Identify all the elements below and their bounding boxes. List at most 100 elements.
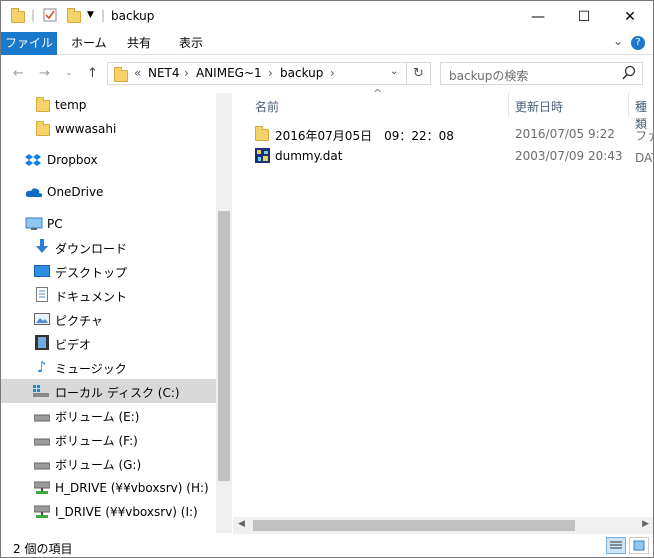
nav-item-label: temp <box>55 98 87 112</box>
navigation-pane: temp wwwasahi Dropbox OneDrive PC ダウンロード… <box>1 93 232 533</box>
column-divider[interactable] <box>508 93 509 117</box>
drive-icon <box>33 435 51 449</box>
column-divider[interactable] <box>628 93 629 117</box>
nav-item-pictures[interactable]: ピクチャ <box>1 307 216 331</box>
title-bar: | ▼ | backup — ☐ ✕ <box>1 1 653 32</box>
column-header-date[interactable]: 更新日時 <box>515 98 563 115</box>
music-icon: ♪ <box>37 358 47 376</box>
close-button[interactable]: ✕ <box>607 1 653 32</box>
ribbon-collapse-icon[interactable]: ⌄ <box>613 34 623 48</box>
ribbon-tabs: ファイル ホーム 共有 表示 ⌄ ? <box>1 32 653 55</box>
dropbox-icon <box>25 153 41 170</box>
nav-item-onedrive[interactable]: OneDrive <box>1 180 216 204</box>
file-list: ^ 名前 更新日時 種類 2016年07月05日 09：22：08 2016/0… <box>233 87 653 533</box>
nav-item-videos[interactable]: ビデオ <box>1 331 216 355</box>
tab-file[interactable]: ファイル <box>1 32 57 55</box>
customize-quick-access-icon[interactable]: ▼ <box>87 10 94 20</box>
nav-item-label: H_DRIVE (¥¥vboxsrv) (H:) <box>55 481 209 495</box>
video-icon <box>35 335 49 353</box>
help-icon[interactable]: ? <box>631 36 645 50</box>
document-icon <box>36 287 48 305</box>
nav-item-h-drive[interactable]: H_DRIVE (¥¥vboxsrv) (H:) <box>1 476 216 500</box>
item-count: 2 個の項目 <box>13 542 73 556</box>
breadcrumb-separator[interactable]: › <box>268 66 273 80</box>
nav-item-label: ビデオ <box>55 338 92 352</box>
file-date: 2016/07/05 9:22 <box>515 127 615 141</box>
nav-item-label: ドキュメント <box>55 290 128 304</box>
nav-item-local-disk-c[interactable]: ローカル ディスク (C:) <box>1 379 216 403</box>
maximize-button[interactable]: ☐ <box>561 1 607 32</box>
drive-icon <box>33 459 51 473</box>
nav-item-label: ピクチャ <box>55 314 103 328</box>
desktop-icon <box>34 265 50 280</box>
quick-access-separator: | <box>31 8 36 22</box>
nav-item-downloads[interactable]: ダウンロード <box>1 235 216 259</box>
drive-icon <box>33 411 51 425</box>
window-title: backup <box>111 9 155 23</box>
nav-item-label: ローカル ディスク (C:) <box>55 386 180 400</box>
nav-item-i-drive[interactable]: I_DRIVE (¥¥vboxsrv) (I:) <box>1 500 216 524</box>
explorer-window: | ▼ | backup — ☐ ✕ ファイル ホーム 共有 表示 ⌄ ? ← … <box>0 0 654 558</box>
file-row[interactable]: dummy.dat 2003/07/09 20:43 DAT ファイル <box>233 145 653 167</box>
nav-pane-scrollbar[interactable] <box>216 93 232 533</box>
tab-view[interactable]: 表示 <box>169 32 213 55</box>
nav-item-label: wwwasahi <box>55 122 117 136</box>
nav-item-documents[interactable]: ドキュメント <box>1 283 216 307</box>
column-header-name[interactable]: 名前 <box>255 98 279 115</box>
search-input[interactable]: backupの検索 <box>440 62 643 85</box>
nav-item-volume-f[interactable]: ボリューム (F:) <box>1 427 216 451</box>
scroll-left-icon[interactable]: ◀ <box>238 519 245 529</box>
file-name: 2016年07月05日 09：22：08 <box>275 129 454 143</box>
network-drive-icon <box>33 505 51 522</box>
nav-item-label: PC <box>47 217 63 231</box>
horizontal-scrollbar[interactable]: ◀ ▶ <box>233 517 653 534</box>
tab-home[interactable]: ホーム <box>61 32 117 55</box>
picture-icon <box>34 313 50 328</box>
breadcrumb-net4[interactable]: NET4 <box>148 66 180 80</box>
back-arrow-icon[interactable]: ← <box>13 66 24 81</box>
nav-item-label: ダウンロード <box>55 242 128 256</box>
network-drive-icon <box>33 481 51 498</box>
file-row[interactable]: 2016年07月05日 09：22：08 2016/07/05 9:22 ファイ… <box>233 123 653 145</box>
breadcrumb-animeg[interactable]: ANIMEG~1 <box>196 66 262 80</box>
nav-item-volume-g[interactable]: ボリューム (G:) <box>1 451 216 475</box>
nav-item-label: ボリューム (E:) <box>55 410 140 424</box>
nav-item-label: ボリューム (G:) <box>55 458 142 472</box>
breadcrumb-separator[interactable]: › <box>184 66 189 80</box>
status-bar: 2 個の項目 <box>1 534 653 557</box>
nav-item-pc[interactable]: PC <box>1 212 216 236</box>
nav-item-volume-e[interactable]: ボリューム (E:) <box>1 403 216 427</box>
dat-file-icon <box>255 148 270 166</box>
up-arrow-icon[interactable]: ↑ <box>87 66 98 81</box>
nav-item-label: ボリューム (F:) <box>55 434 138 448</box>
search-placeholder: backupの検索 <box>449 69 529 83</box>
forward-arrow-icon[interactable]: → <box>39 66 50 81</box>
search-icon <box>622 65 636 85</box>
large-icons-view-button[interactable] <box>629 537 649 554</box>
refresh-button[interactable]: ↻ <box>407 62 431 85</box>
sort-ascending-icon: ^ <box>373 87 383 100</box>
nav-item-label: I_DRIVE (¥¥vboxsrv) (I:) <box>55 505 198 519</box>
nav-pane-scroll-thumb[interactable] <box>218 211 230 481</box>
local-disk-icon <box>33 385 49 400</box>
file-type: ファイル フォルダー <box>635 129 653 143</box>
pc-icon <box>25 217 43 234</box>
address-dropdown-icon[interactable]: ⌄ <box>390 66 398 77</box>
breadcrumb-backup[interactable]: backup <box>280 66 323 80</box>
horizontal-scroll-thumb[interactable] <box>253 520 575 531</box>
breadcrumb-separator[interactable]: › <box>330 66 335 80</box>
nav-item-dropbox[interactable]: Dropbox <box>1 148 216 172</box>
cloud-icon <box>25 187 43 201</box>
nav-item-music[interactable]: ♪ ミュージック <box>1 355 216 379</box>
nav-item-wwwasahi[interactable]: wwwasahi <box>1 117 216 141</box>
address-bar[interactable]: « NET4 › ANIMEG~1 › backup › ⌄ <box>107 62 407 85</box>
breadcrumb-overflow[interactable]: « <box>134 66 141 80</box>
properties-icon[interactable] <box>43 8 57 25</box>
minimize-button[interactable]: — <box>515 1 561 32</box>
details-view-button[interactable] <box>606 537 626 554</box>
recent-locations-icon[interactable]: ⌄ <box>65 68 73 78</box>
nav-item-temp[interactable]: temp <box>1 93 216 117</box>
scroll-right-icon[interactable]: ▶ <box>642 519 649 529</box>
tab-share[interactable]: 共有 <box>117 32 161 55</box>
nav-item-desktop[interactable]: デスクトップ <box>1 259 216 283</box>
